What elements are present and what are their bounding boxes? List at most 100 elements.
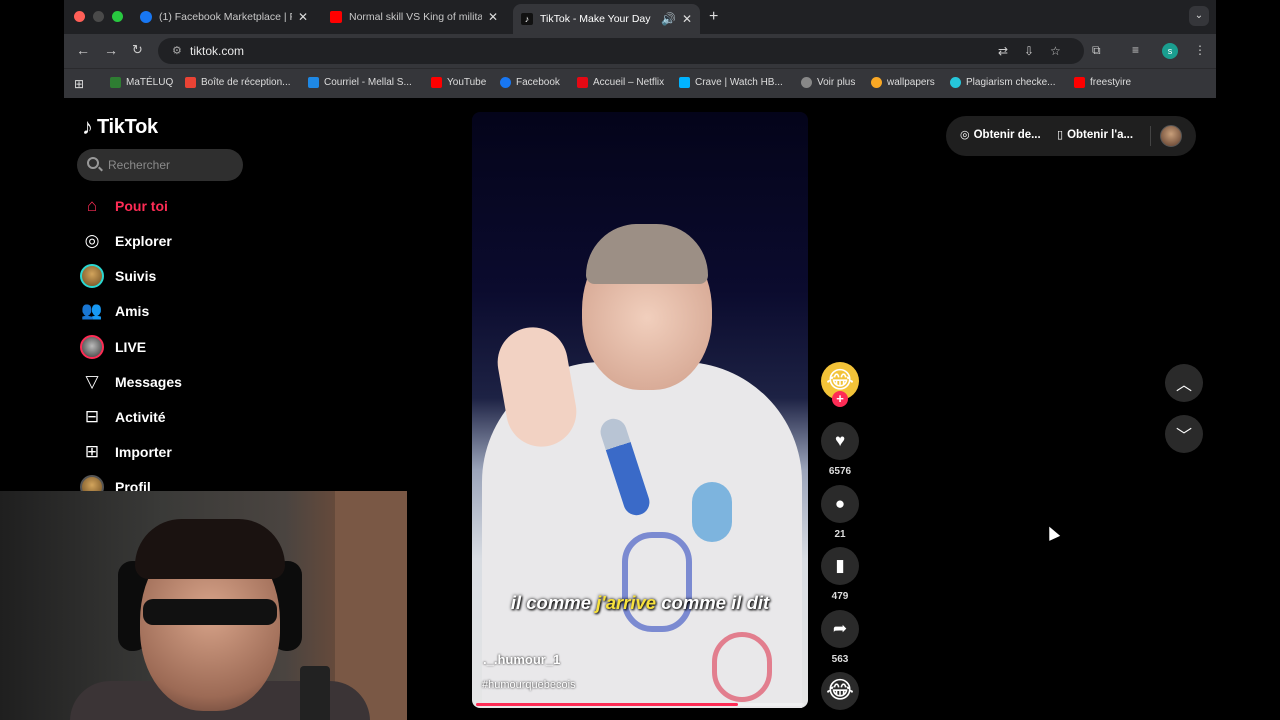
coin-icon: ◎: [960, 129, 970, 141]
video-performer-hair: [586, 224, 708, 284]
video-author[interactable]: ._.humour_1: [483, 652, 560, 667]
bookmark-item[interactable]: MaTÉLUQ: [110, 77, 173, 88]
close-tab-icon[interactable]: ✕: [488, 10, 498, 24]
video-progress-bar[interactable]: [476, 703, 804, 706]
video-shirt-heart: [692, 482, 732, 542]
save-button[interactable]: ▮: [821, 547, 859, 585]
maximize-window-button[interactable]: [112, 11, 123, 22]
messages-icon: ▽: [85, 372, 99, 391]
extensions-icon[interactable]: ⧉: [1092, 43, 1101, 58]
video-progress-fill: [476, 703, 739, 706]
new-tab-button[interactable]: +: [709, 8, 718, 26]
tiktok-logo[interactable]: ♪ TikTok: [82, 114, 158, 140]
video-caption: il comme j'arrive comme il dit: [510, 592, 770, 613]
user-avatar[interactable]: [1160, 125, 1182, 147]
following-avatar: [80, 264, 104, 288]
bookmark-item[interactable]: wallpapers: [871, 77, 935, 88]
back-button[interactable]: ←: [76, 42, 90, 58]
reload-button[interactable]: ↻: [132, 42, 143, 58]
previous-video-button[interactable]: ︿: [1165, 364, 1203, 402]
profile-avatar[interactable]: s: [1162, 43, 1178, 59]
video-shirt-heart: [622, 532, 692, 632]
microphone-icon: [300, 666, 330, 720]
save-count: 479: [831, 591, 849, 602]
sound-disc[interactable]: 😂: [821, 672, 859, 710]
comment-icon: ●: [834, 494, 846, 513]
nav-friends[interactable]: 👥 Amis: [80, 298, 149, 324]
translate-icon[interactable]: ⇄: [998, 44, 1008, 58]
bookmark-item[interactable]: Accueil – Netflix: [577, 77, 664, 88]
friends-icon: 👥: [81, 301, 103, 320]
comment-button[interactable]: ●: [821, 485, 859, 523]
share-count: 563: [831, 654, 849, 665]
search-bar[interactable]: [77, 149, 243, 181]
sunglasses-icon: [143, 599, 277, 625]
close-tab-icon[interactable]: ✕: [298, 10, 308, 24]
tab-title: Normal skill VS King of militar: [349, 11, 482, 23]
heart-icon: ♥: [834, 431, 846, 450]
live-avatar: [80, 335, 104, 359]
media-controls-icon[interactable]: ≡: [1132, 43, 1139, 57]
like-button[interactable]: ♥: [821, 422, 859, 460]
nav-messages[interactable]: ▽ Messages: [80, 369, 181, 395]
like-count: 6576: [828, 466, 852, 477]
home-icon: ⌂: [86, 196, 98, 215]
tiktok-note-icon: ♪: [82, 114, 93, 139]
bookmark-item[interactable]: Crave | Watch HB...: [679, 77, 783, 88]
nav-live[interactable]: LIVE: [80, 334, 146, 360]
nav-upload[interactable]: ⊞ Importer: [80, 439, 172, 465]
bookmark-item[interactable]: Plagiarism checke...: [950, 77, 1055, 88]
address-bar[interactable]: ⚙ tiktok.com ⇄ ⇩ ☆: [158, 38, 1084, 64]
menu-icon[interactable]: ⋮: [1194, 43, 1206, 57]
nav-for-you[interactable]: ⌂ Pour toi: [80, 193, 168, 219]
video-player[interactable]: il comme j'arrive comme il dit ._.humour…: [472, 112, 808, 708]
bookmark-item[interactable]: Boîte de réception...: [185, 77, 291, 88]
bookmark-item[interactable]: Facebook: [500, 77, 560, 88]
phone-icon: ▯: [1057, 129, 1064, 141]
bookmark-icon: ▮: [835, 556, 845, 575]
url-text: tiktok.com: [190, 44, 245, 58]
close-tab-icon[interactable]: ✕: [682, 12, 692, 26]
webcam-hair: [135, 519, 285, 579]
video-hashtag[interactable]: #humourquebecois: [482, 679, 576, 691]
compass-icon: ◎: [84, 231, 100, 250]
audio-playing-icon[interactable]: 🔊: [661, 12, 676, 26]
facebook-icon: [140, 11, 152, 23]
search-icon: [87, 157, 99, 169]
tab-search-button[interactable]: ⌄: [1189, 6, 1209, 26]
bookmark-item[interactable]: Courriel - Mellal S...: [308, 77, 412, 88]
nav-explore[interactable]: ◎ Explorer: [80, 228, 172, 254]
comment-count: 21: [834, 529, 846, 540]
close-window-button[interactable]: [74, 11, 85, 22]
tab-youtube[interactable]: Normal skill VS King of militar ✕: [322, 5, 506, 29]
nav-activity[interactable]: ⊟ Activité: [80, 404, 166, 430]
divider: [1150, 126, 1151, 146]
bookmark-star-icon[interactable]: ☆: [1050, 44, 1061, 58]
apps-grid-icon[interactable]: ⊞: [74, 77, 84, 91]
youtube-icon: [330, 11, 342, 23]
top-right-actions: ◎ Obtenir de... ▯ Obtenir l'a...: [946, 116, 1196, 156]
bookmark-item[interactable]: Voir plus: [801, 77, 855, 88]
share-button[interactable]: ➦: [821, 610, 859, 648]
nav-following[interactable]: Suivis: [80, 263, 156, 289]
tab-tiktok[interactable]: ♪ TikTok - Make Your Day 🔊 ✕: [513, 4, 700, 34]
chevron-down-icon: ﹀: [1175, 428, 1192, 445]
next-video-button[interactable]: ﹀: [1165, 415, 1203, 453]
install-app-icon[interactable]: ⇩: [1024, 44, 1034, 58]
tab-facebook[interactable]: (1) Facebook Marketplace | Fa ✕: [132, 5, 316, 29]
forward-button[interactable]: →: [104, 42, 118, 58]
minimize-window-button[interactable]: [93, 11, 104, 22]
tab-strip: (1) Facebook Marketplace | Fa ✕ Normal s…: [64, 0, 1216, 34]
bookmarks-bar: ⊞ MaTÉLUQ Boîte de réception... Courriel…: [64, 68, 1216, 98]
bookmark-item[interactable]: YouTube: [431, 77, 486, 88]
get-app-button[interactable]: ▯ Obtenir l'a...: [1057, 128, 1133, 142]
share-icon: ➦: [832, 619, 848, 638]
site-info-icon[interactable]: ⚙: [172, 44, 182, 57]
search-input[interactable]: [108, 155, 233, 175]
bookmark-item[interactable]: freestyire: [1074, 77, 1131, 88]
follow-button[interactable]: +: [832, 391, 848, 407]
browser-chrome: (1) Facebook Marketplace | Fa ✕ Normal s…: [64, 0, 1216, 98]
get-coins-button[interactable]: ◎ Obtenir de...: [960, 128, 1041, 142]
chevron-up-icon: ︿: [1175, 377, 1192, 394]
activity-icon: ⊟: [84, 407, 100, 426]
